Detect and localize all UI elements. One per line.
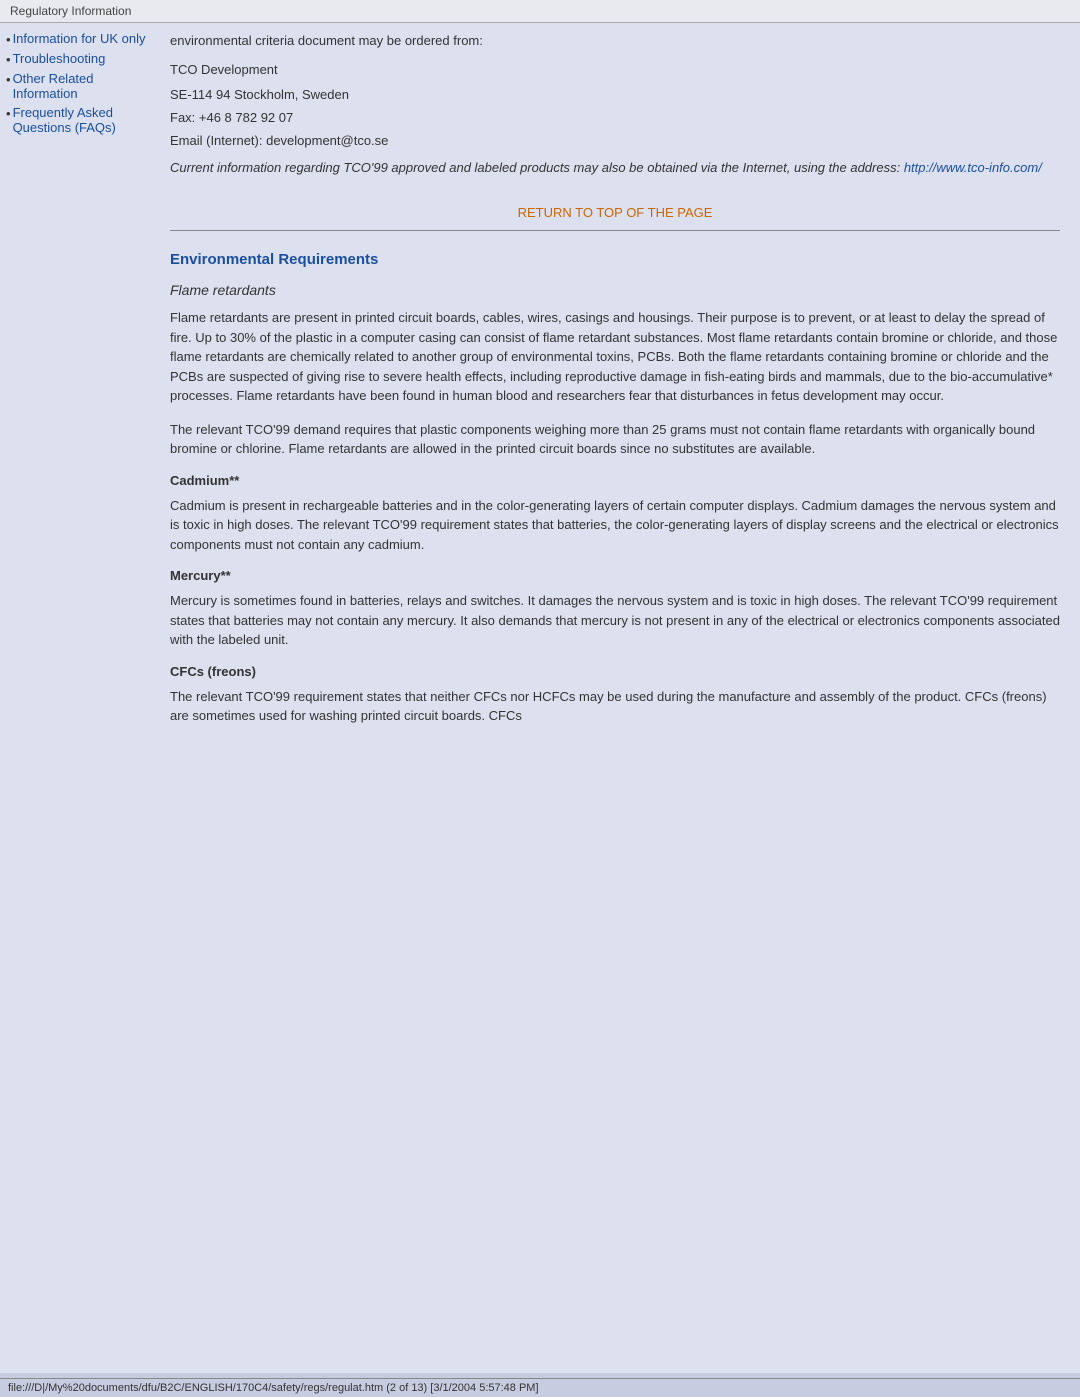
cadmium-body: Cadmium is present in rechargeable batte…: [170, 496, 1060, 555]
cadmium-title: Cadmium**: [170, 473, 1060, 488]
cfcs-body: The relevant TCO'99 requirement states t…: [170, 687, 1060, 726]
bullet-dot-2: •: [6, 51, 11, 69]
mercury-body: Mercury is sometimes found in batteries,…: [170, 591, 1060, 650]
flame-body-2: The relevant TCO'99 demand requires that…: [170, 420, 1060, 459]
main-container: • Information for UK only • Troubleshoot…: [0, 23, 1080, 1373]
italic-note-text: Current information regarding TCO'99 app…: [170, 160, 904, 175]
sidebar-link-info-uk[interactable]: Information for UK only: [13, 31, 146, 46]
status-bar: file:///D|/My%20documents/dfu/B2C/ENGLIS…: [0, 1378, 1080, 1397]
sidebar-item-faqs: • Frequently Asked Questions (FAQs): [6, 105, 154, 137]
top-bar: Regulatory Information: [0, 0, 1080, 23]
address-line: SE-114 94 Stockholm, Sweden: [170, 87, 1060, 102]
flame-body-1: Flame retardants are present in printed …: [170, 308, 1060, 406]
bullet-dot-4: •: [6, 105, 11, 123]
sidebar-link-troubleshooting[interactable]: Troubleshooting: [13, 51, 106, 66]
sidebar-item-troubleshooting: • Troubleshooting: [6, 51, 154, 69]
subsection-flame-title: Flame retardants: [170, 282, 1060, 298]
sidebar-item-other-related: • Other Related Information: [6, 71, 154, 103]
fax-line: Fax: +46 8 782 92 07: [170, 110, 1060, 125]
sidebar-item-info-uk: • Information for UK only: [6, 31, 154, 49]
status-bar-text: file:///D|/My%20documents/dfu/B2C/ENGLIS…: [8, 1382, 539, 1394]
bullet-dot-3: •: [6, 71, 11, 89]
mercury-title: Mercury**: [170, 568, 1060, 583]
italic-note: Current information regarding TCO'99 app…: [170, 160, 1060, 175]
tco-url-link[interactable]: http://www.tco-info.com/: [904, 160, 1042, 175]
email-line: Email (Internet): development@tco.se: [170, 133, 1060, 148]
return-link-container: RETURN TO TOP OF THE PAGE: [170, 205, 1060, 220]
sidebar: • Information for UK only • Troubleshoot…: [0, 23, 160, 1373]
sidebar-link-other-related[interactable]: Other Related Information: [13, 71, 154, 101]
bullet-dot-1: •: [6, 31, 11, 49]
org-name: TCO Development: [170, 62, 1060, 77]
sidebar-link-faqs[interactable]: Frequently Asked Questions (FAQs): [13, 105, 154, 135]
top-bar-title: Regulatory Information: [10, 4, 131, 18]
content-area: environmental criteria document may be o…: [160, 23, 1080, 1373]
cfcs-title: CFCs (freons): [170, 664, 1060, 679]
return-to-top-link[interactable]: RETURN TO TOP OF THE PAGE: [518, 205, 713, 220]
intro-text: environmental criteria document may be o…: [170, 33, 1060, 48]
section-title: Environmental Requirements: [170, 251, 1060, 268]
section-divider: [170, 230, 1060, 231]
